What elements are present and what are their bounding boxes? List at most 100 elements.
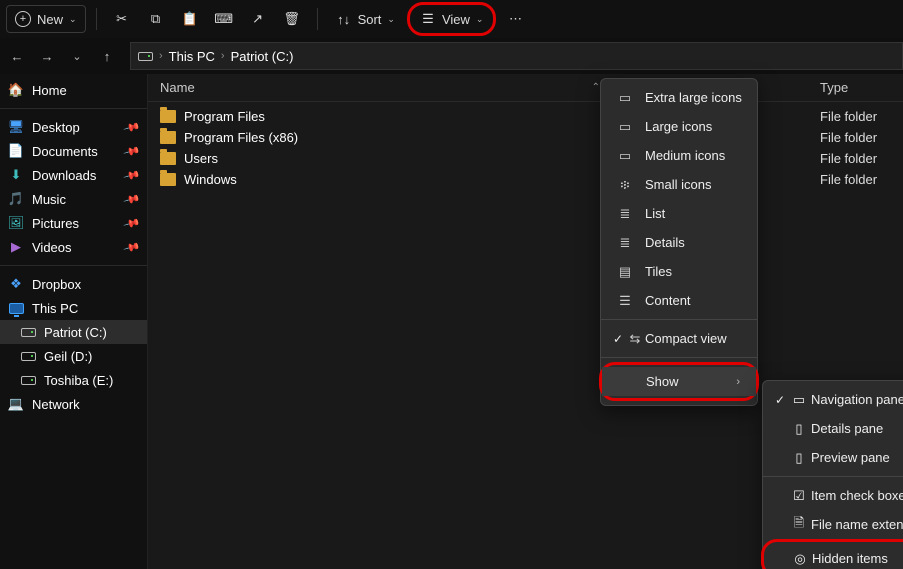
sidebar-item-label: Dropbox [32,277,81,292]
view-menu-item[interactable]: ፨Small icons [601,170,757,199]
show-menu-item[interactable]: ☑Item check boxes [763,481,903,510]
menu-item-label: List [645,206,665,221]
separator [96,8,97,30]
menu-item-label: Tiles [645,264,672,279]
show-menu-item[interactable]: ◎Hidden items [764,544,903,569]
paste-button[interactable]: 📋 [175,6,205,32]
sidebar-drive[interactable]: Patriot (C:) [0,320,147,344]
pictures-icon: 🖼 [8,215,24,231]
sort-indicator-icon: ⌃ [592,82,600,93]
sidebar-drive[interactable]: Toshiba (E:) [0,368,147,392]
copy-icon: ⧉ [148,11,164,27]
new-label: New [37,12,63,27]
sidebar-item-videos[interactable]: ▶Videos📌 [0,235,147,259]
table-row[interactable]: Users17/2023 6:18 PMFile folder [148,148,903,169]
sidebar-network[interactable]: 💻 Network [0,392,147,416]
view-menu-item[interactable]: ☰Content [601,286,757,315]
check-icon: ✓ [775,393,785,407]
view-menu-item[interactable]: ▭Extra large icons [601,83,757,112]
column-headers: Name ⌃ te modified Type [148,74,903,102]
sort-icon: ↑↓ [336,11,352,27]
toolbar: + New ⌄ ✂ ⧉ 📋 ⌨ ↗ 🗑 ↑↓ Sort ⌄ ☰ View ⌄ ⋯ [0,0,903,38]
back-button[interactable]: ← [4,43,30,69]
cut-button[interactable]: ✂ [107,6,137,32]
file-type: File folder [820,151,891,166]
sidebar-item-music[interactable]: 🎵Music📌 [0,187,147,211]
sidebar-home[interactable]: 🏠 Home [0,78,147,102]
pin-icon: 📌 [123,190,141,208]
view-menu-compact[interactable]: ✓ ⇆ Compact view [601,324,757,353]
sidebar-item-label: Toshiba (E:) [44,373,113,388]
sidebar-item-label: Home [32,83,67,98]
pin-icon: 📌 [123,142,141,160]
delete-button[interactable]: 🗑 [277,6,307,32]
menu-item-label: Details pane [811,421,883,436]
navigation-pane: 🏠 Home 🖥Desktop📌📄Documents📌⬇Downloads📌🎵M… [0,74,148,569]
file-name: Program Files (x86) [184,130,298,145]
forward-button[interactable]: → [34,43,60,69]
view-button[interactable]: ☰ View ⌄ [412,6,492,32]
sidebar-item-downloads[interactable]: ⬇Downloads📌 [0,163,147,187]
view-label: View [442,12,470,27]
view-menu-show[interactable]: Show › [602,367,756,396]
breadcrumb-item[interactable]: This PC [169,49,215,64]
pane-icon: ▯ [791,450,807,466]
column-header-type[interactable]: Type [820,80,891,95]
sort-button[interactable]: ↑↓ Sort ⌄ [328,6,403,32]
sidebar-item-desktop[interactable]: 🖥Desktop📌 [0,115,147,139]
share-button[interactable]: ↗ [243,6,273,32]
pin-icon: 📌 [123,214,141,232]
menu-item-label: Large icons [645,119,712,134]
view-menu-item[interactable]: ≣Details [601,228,757,257]
sidebar-dropbox[interactable]: ❖ Dropbox [0,272,147,296]
show-menu-item[interactable]: ▯Details pane [763,414,903,443]
sidebar-item-documents[interactable]: 📄 Documents 📌 [0,139,147,163]
layout-icon: ▭ [617,119,633,135]
table-row[interactable]: Program Files9/2023 5:51 PMFile folder [148,106,903,127]
table-row[interactable]: Program Files (x86)9/2023 5:42 PMFile fo… [148,127,903,148]
option-icon: ◎ [792,551,808,567]
navigation-row: ← → ⌄ ↑ › This PC › Patriot (C:) [0,38,903,74]
downloads-icon: ⬇ [8,167,24,183]
chevron-right-icon: › [159,50,163,62]
view-menu-item[interactable]: ▭Medium icons [601,141,757,170]
show-menu-item[interactable]: ✓▭Navigation pane [763,385,903,414]
breadcrumb[interactable]: › This PC › Patriot (C:) [130,42,903,70]
copy-button[interactable]: ⧉ [141,6,171,32]
menu-item-label: Item check boxes [811,488,903,503]
pin-icon: 📌 [123,118,141,136]
up-button[interactable]: ↑ [94,43,120,69]
chevron-down-icon: ⌄ [69,14,77,25]
more-icon: ⋯ [507,11,523,27]
documents-icon: 📄 [8,143,24,159]
show-menu-item[interactable]: ▯Preview pane [763,443,903,472]
drive-icon [20,348,36,364]
sidebar-item-label: Documents [32,144,98,159]
more-button[interactable]: ⋯ [500,6,530,32]
view-icon: ☰ [420,11,436,27]
view-menu-item[interactable]: ≣List [601,199,757,228]
table-row[interactable]: Windows27/2023 10:12 PMFile folder [148,169,903,190]
layout-icon: ≣ [617,235,633,251]
rename-button[interactable]: ⌨ [209,6,239,32]
sort-label: Sort [358,12,382,27]
sidebar-item-label: Desktop [32,120,80,135]
home-icon: 🏠 [8,82,24,98]
pane-icon: ▭ [791,392,807,408]
column-header-name[interactable]: Name ⌃ [160,80,600,95]
view-menu-item[interactable]: ▭ Large icons [601,112,757,141]
show-highlight: Show › [599,362,759,401]
breadcrumb-item[interactable]: Patriot (C:) [231,49,294,64]
file-name: Windows [184,172,237,187]
recent-button[interactable]: ⌄ [64,43,90,69]
sidebar-item-pictures[interactable]: 🖼Pictures📌 [0,211,147,235]
file-name: Users [184,151,218,166]
folder-icon [160,110,176,123]
new-button[interactable]: + New ⌄ [6,5,86,33]
sidebar-this-pc[interactable]: This PC [0,296,147,320]
show-menu-item[interactable]: 🗎File name extensions [763,510,903,539]
menu-item-label: Medium icons [645,148,725,163]
view-button-highlight: ☰ View ⌄ [407,2,497,36]
view-menu-item[interactable]: ▤Tiles [601,257,757,286]
sidebar-drive[interactable]: Geil (D:) [0,344,147,368]
